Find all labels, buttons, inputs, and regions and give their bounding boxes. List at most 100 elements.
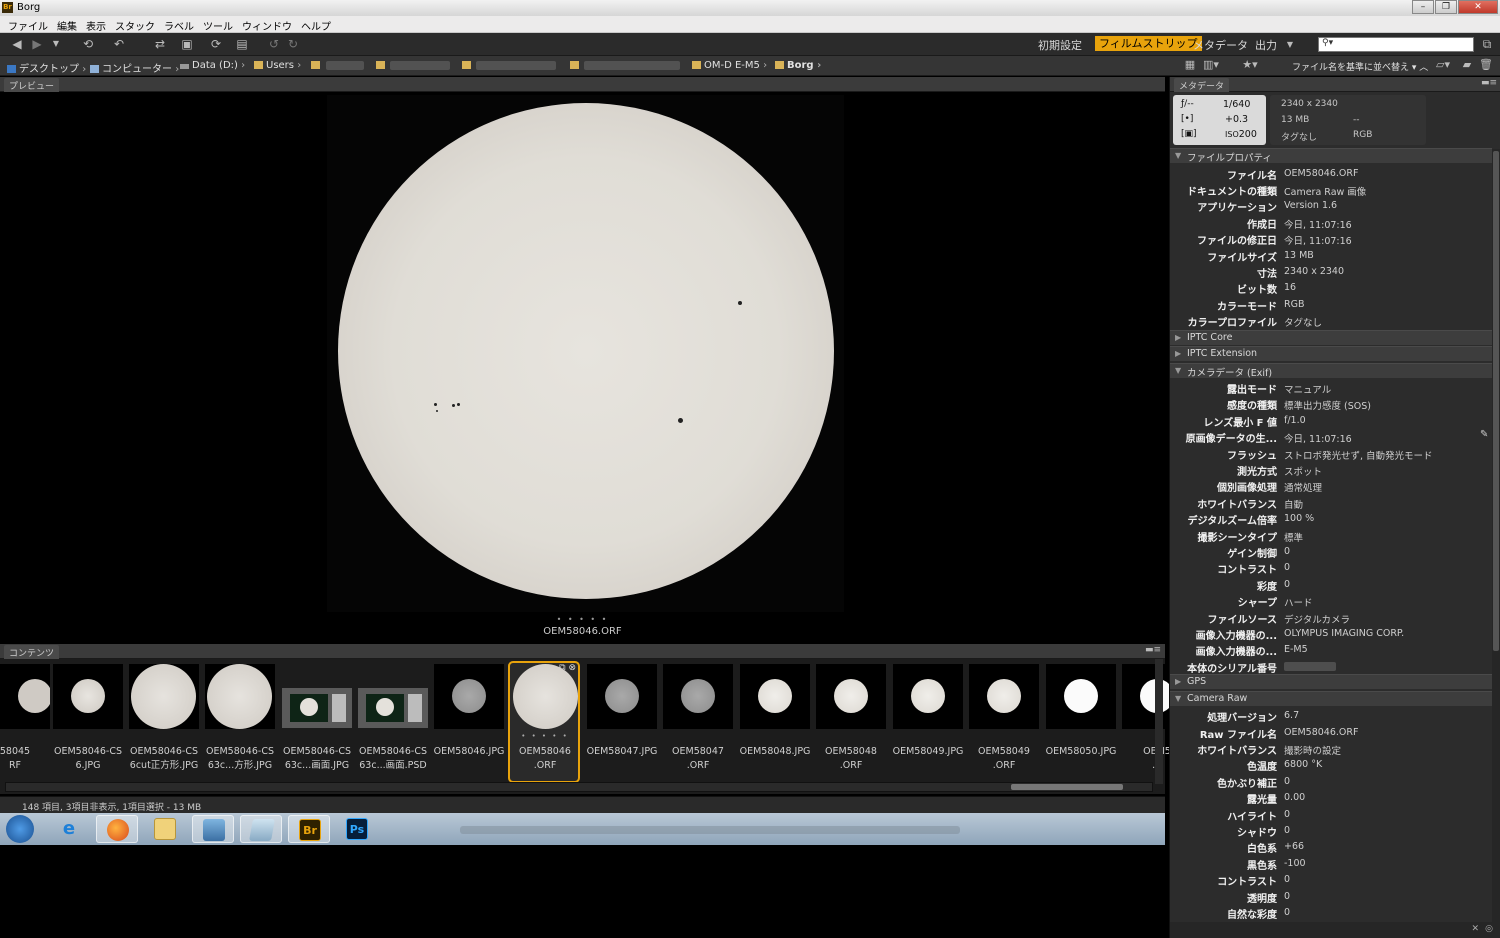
view-toggle-icon[interactable]: ▥▾	[1200, 57, 1222, 73]
metadata-value[interactable]: +66	[1284, 841, 1304, 852]
metadata-value[interactable]: 自動	[1284, 497, 1303, 511]
workspace-dropdown-icon[interactable]: ▼	[1284, 37, 1296, 53]
thumbnail[interactable]: OEM58049 .ORF	[967, 661, 1039, 783]
thumbnail[interactable]: OEM58047.JPG	[585, 661, 657, 783]
forward-arrow-icon[interactable]: ▶	[30, 36, 44, 52]
metadata-value[interactable]: スポット	[1284, 464, 1322, 478]
refine-icon[interactable]: ▣	[176, 36, 198, 52]
workspace-essentials[interactable]: 初期設定	[1038, 37, 1082, 53]
metadata-value[interactable]: 0.00	[1284, 792, 1305, 803]
thumbnail[interactable]: OEM58049.JPG	[891, 661, 963, 783]
metadata-value[interactable]: マニュアル	[1284, 382, 1331, 396]
section-file_properties[interactable]: ▼ ファイルプロパティ	[1170, 148, 1492, 164]
section-camera_exif[interactable]: ▼ カメラデータ (Exif)	[1170, 362, 1492, 379]
taskbar-firefox[interactable]	[96, 815, 138, 843]
metadata-value[interactable]: 0	[1284, 809, 1290, 820]
crumb-desktop[interactable]: デスクトップ ›	[7, 60, 86, 75]
menu-tools[interactable]: ツール	[199, 16, 238, 33]
section-gps[interactable]: ▶ GPS	[1170, 674, 1492, 690]
metadata-value[interactable]: 標準	[1284, 530, 1303, 544]
thumbnail[interactable]: OEM58046-CS 63c...画面.PSD	[356, 661, 428, 783]
thumbnail[interactable]: OEM58047 .ORF	[661, 661, 733, 783]
metadata-value[interactable]: 13 MB	[1284, 250, 1314, 261]
metadata-value[interactable]: 0	[1284, 874, 1290, 885]
section-iptc_core[interactable]: ▶ IPTC Core	[1170, 329, 1492, 345]
filmstrip-scrollbar[interactable]	[5, 782, 1153, 792]
metadata-value[interactable]: 6800 °K	[1284, 759, 1322, 770]
thumbnail[interactable]: OEM58048.JPG	[738, 661, 810, 783]
section-iptc_ext[interactable]: ▶ IPTC Extension	[1170, 346, 1492, 361]
metadata-value[interactable]: 今日, 11:07:16	[1284, 217, 1352, 231]
metadata-value[interactable]: タグなし	[1284, 315, 1322, 329]
metadata-value[interactable]: 100 %	[1284, 513, 1314, 524]
taskbar-explorer[interactable]	[144, 815, 186, 843]
metadata-value[interactable]: 0	[1284, 825, 1290, 836]
metadata-value[interactable]: ストロボ発光せず, 自動発光モード	[1284, 448, 1433, 462]
star-filter-icon[interactable]: ★▾	[1238, 57, 1262, 73]
metadata-value[interactable]: 0	[1284, 776, 1290, 787]
thumbnail[interactable]: OEM58046-CS 63c...方形.JPG	[203, 661, 275, 783]
preview-area[interactable]: • • • • • OEM58046.ORF	[0, 93, 1165, 641]
maximize-button[interactable]: ❐	[1435, 0, 1457, 14]
metadata-value[interactable]: 0	[1284, 891, 1290, 902]
settings-icon[interactable]: ◎	[1485, 924, 1493, 934]
workspace-filmstrip[interactable]: フィルムストリップ	[1095, 36, 1202, 51]
crumb-drive[interactable]: Data (D:) ›	[180, 60, 245, 71]
metadata-value[interactable]: 撮影時の設定	[1284, 743, 1341, 757]
metadata-value[interactable]: ハード	[1284, 595, 1313, 609]
metadata-value[interactable]: 0	[1284, 546, 1290, 557]
metadata-value[interactable]: 6.7	[1284, 710, 1299, 721]
metadata-value[interactable]: 通常処理	[1284, 480, 1322, 494]
crumb-omd[interactable]: OM-D E-M5 ›	[692, 60, 767, 71]
rating-dots[interactable]: • • • • •	[510, 732, 580, 740]
rotate-icon[interactable]: ⟳	[208, 36, 224, 52]
menu-window[interactable]: ウィンドウ	[238, 16, 297, 33]
metadata-value[interactable]: -100	[1284, 858, 1306, 869]
tab-preview[interactable]: プレビュー	[4, 78, 60, 92]
parent-folder-icon[interactable]: ⟲	[78, 36, 98, 52]
metadata-value[interactable]: 0	[1284, 562, 1290, 573]
compact-mode-icon[interactable]: ⧉	[1480, 36, 1494, 52]
crumb-hidden-2[interactable]	[376, 60, 388, 71]
workspace-metadata[interactable]: メタデータ	[1193, 37, 1248, 53]
panel-menu-icon[interactable]: ▬≡	[1145, 645, 1161, 655]
thumbnail-quality-icon[interactable]: ▦	[1183, 57, 1197, 73]
reveal-recent-icon[interactable]: ↶	[112, 36, 126, 52]
workspace-output[interactable]: 出力	[1255, 37, 1277, 53]
metadata-value[interactable]: 2340 x 2340	[1284, 266, 1344, 277]
metadata-value[interactable]: 今日, 11:07:16	[1284, 233, 1352, 247]
metadata-value[interactable]: 今日, 11:07:16	[1284, 431, 1352, 445]
new-folder-icon[interactable]: ▰	[1460, 57, 1474, 73]
menu-file[interactable]: ファイル	[4, 16, 53, 33]
crumb-hidden-4[interactable]	[570, 60, 582, 71]
open-recent-icon[interactable]: ▱▾	[1432, 57, 1454, 73]
panel-menu-icon[interactable]: ▬≡	[1481, 78, 1497, 88]
section-camera_raw[interactable]: ▼ Camera Raw	[1170, 690, 1492, 706]
taskbar-bridge[interactable]: Br	[288, 815, 330, 843]
trash-icon[interactable]: 🗑	[1479, 57, 1493, 73]
metadata-value[interactable]: OEM58046.ORF	[1284, 727, 1358, 738]
metadata-value[interactable]: 0	[1284, 907, 1290, 918]
menu-view[interactable]: 表示	[82, 16, 111, 33]
crumb-borg[interactable]: Borg ›	[775, 60, 821, 71]
filmstrip-vscroll[interactable]	[1155, 659, 1163, 784]
crumb-computer[interactable]: コンピューター ›	[90, 60, 179, 75]
rotate-left-icon[interactable]: ↺	[267, 36, 281, 52]
crumb-hidden-1[interactable]	[311, 60, 323, 71]
thumbnail[interactable]: OEM58046-CS 6.JPG	[51, 661, 123, 783]
thumbnail[interactable]: OEM58048 .ORF	[814, 661, 886, 783]
menu-stack[interactable]: スタック	[111, 16, 160, 33]
metadata-value[interactable]: RGB	[1284, 299, 1304, 310]
scrollbar-thumb[interactable]	[1493, 151, 1499, 651]
metadata-value[interactable]: デジタルカメラ	[1284, 612, 1350, 626]
menu-help[interactable]: ヘルプ	[297, 16, 336, 33]
metadata-scrollbar[interactable]	[1492, 149, 1500, 929]
minimize-button[interactable]: –	[1412, 0, 1434, 14]
preview-rating-dots[interactable]: • • • • •	[0, 615, 1165, 624]
crumb-users[interactable]: Users ›	[254, 60, 301, 71]
metadata-value[interactable]: 0	[1284, 579, 1290, 590]
taskbar-app[interactable]	[240, 815, 282, 843]
metadata-value[interactable]: Version 1.6	[1284, 200, 1337, 211]
get-photos-icon[interactable]: ⇄	[150, 36, 170, 52]
preview-image[interactable]	[327, 95, 844, 612]
